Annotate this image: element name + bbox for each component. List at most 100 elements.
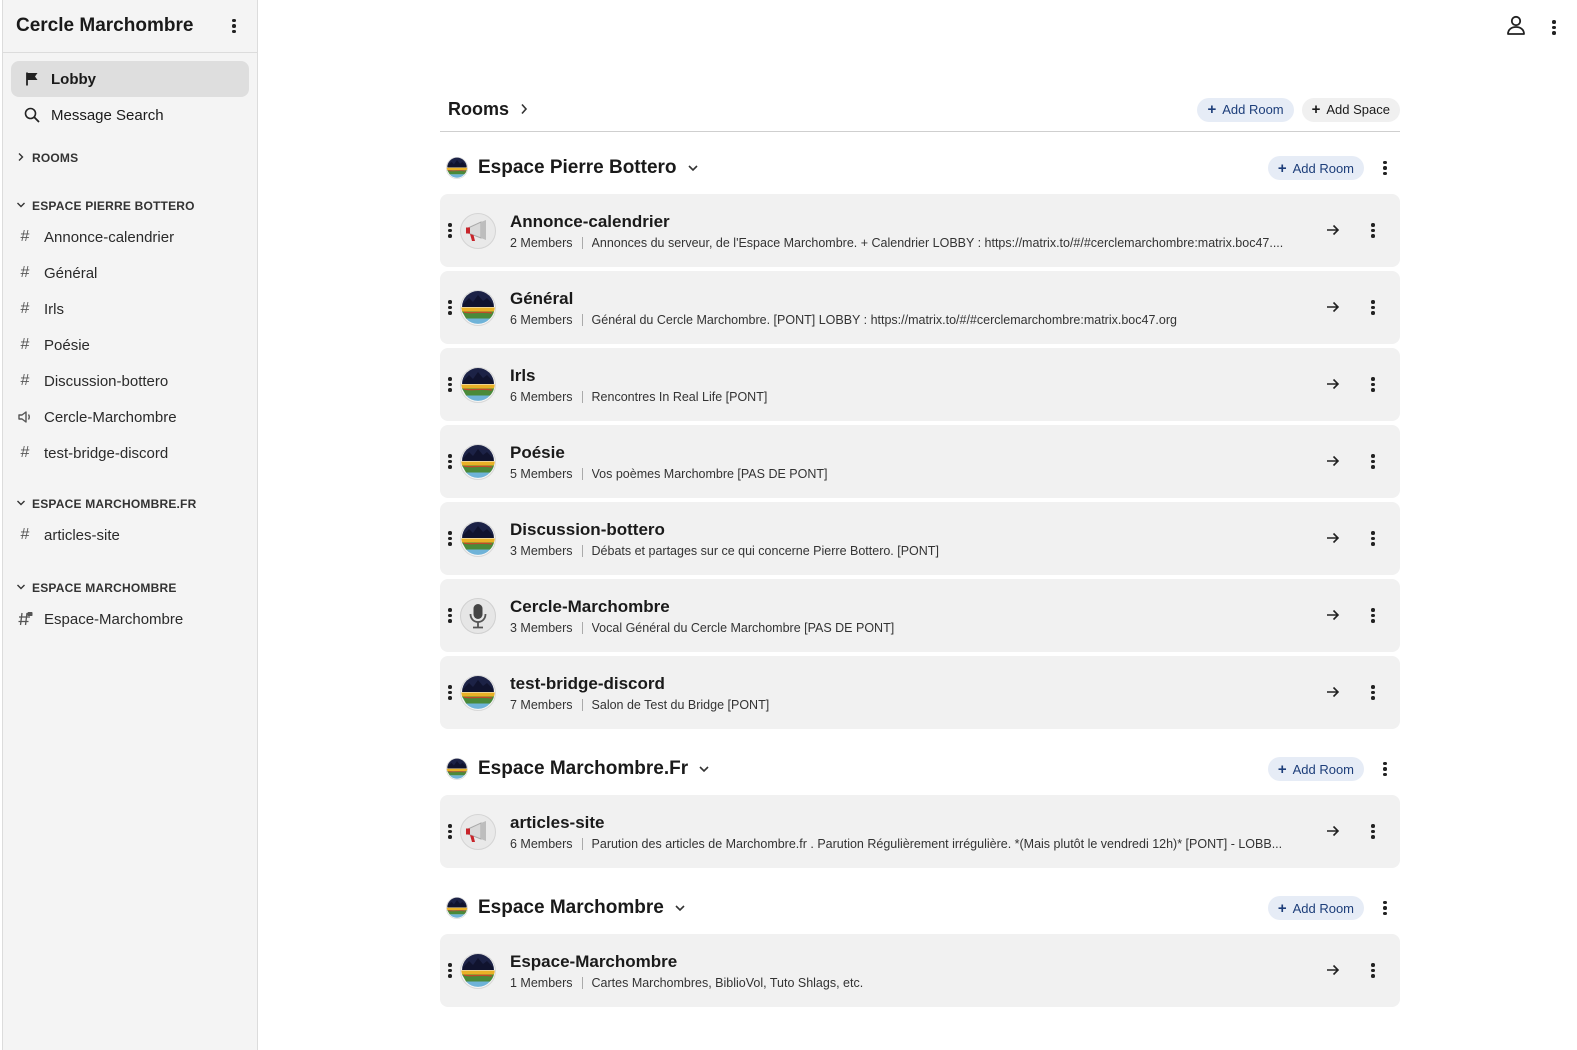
open-room-arrow-icon[interactable]	[1322, 682, 1344, 703]
section-label: ESPACE MARCHOMBRE.FR	[32, 497, 197, 511]
open-room-arrow-icon[interactable]	[1322, 374, 1344, 395]
member-count: 7 Members	[510, 697, 573, 712]
chevron-down-icon	[16, 498, 28, 511]
user-icon[interactable]	[1505, 14, 1527, 41]
rooms-breadcrumb[interactable]: Rooms	[448, 99, 529, 120]
space-add-room-button[interactable]: + Add Room	[1267, 156, 1364, 180]
room-more-options-icon[interactable]	[1364, 682, 1382, 704]
open-room-arrow-icon[interactable]	[1322, 528, 1344, 549]
room-more-options-icon[interactable]	[1364, 960, 1382, 982]
open-room-arrow-icon[interactable]	[1322, 960, 1344, 981]
sidebar-section-rooms[interactable]: ROOMS	[3, 145, 257, 171]
room-topic: Vos poèmes Marchombre [PAS DE PONT]	[591, 466, 828, 481]
chevron-down-icon	[687, 161, 699, 176]
member-count: 2 Members	[510, 235, 573, 250]
space-add-room-button[interactable]: + Add Room	[1267, 896, 1364, 920]
room-more-options-icon[interactable]	[1364, 220, 1382, 242]
topbar-actions	[1505, 0, 1577, 55]
sidebar-section-espace-marchombre[interactable]: ESPACE MARCHOMBRE	[3, 575, 257, 601]
room-label: Général	[44, 264, 98, 282]
sidebar-item-cercle-marchombre[interactable]: Cercle-Marchombre	[3, 399, 257, 435]
divider	[581, 313, 583, 326]
space-add-room-button[interactable]: + Add Room	[1267, 757, 1364, 781]
main-content: Rooms + Add Room + Add Space Espace Pierre…	[440, 88, 1400, 1007]
sidebar-item-message-search[interactable]: Message Search	[11, 97, 249, 133]
drag-handle-icon[interactable]	[442, 605, 458, 627]
room-card[interactable]: Discussion-bottero 3 Members Débats et p…	[440, 502, 1400, 575]
room-card[interactable]: articles-site 6 Members Parution des art…	[440, 795, 1400, 868]
space-name: Espace Marchombre.Fr	[478, 758, 689, 779]
drag-handle-icon[interactable]	[442, 821, 458, 843]
room-card[interactable]: Poésie 5 Members Vos poèmes Marchombre […	[440, 425, 1400, 498]
room-avatar	[460, 520, 496, 557]
sidebar-item-espace-marchombre[interactable]: Espace-Marchombre	[3, 601, 257, 637]
add-room-button[interactable]: + Add Room	[1197, 97, 1294, 122]
room-topic: Parution des articles de Marchombre.fr .…	[591, 836, 1283, 851]
room-card[interactable]: Irls 6 Members Rencontres In Real Life […	[440, 348, 1400, 421]
space-more-options-icon[interactable]	[1376, 897, 1394, 919]
search-icon	[23, 106, 41, 124]
hash-icon: #	[20, 336, 30, 353]
sidebar-item-lobby[interactable]: Lobby	[11, 61, 249, 97]
sidebar-section-espace-marchombre-fr[interactable]: ESPACE MARCHOMBRE.FR	[3, 491, 257, 517]
sidebar-item-irls[interactable]: # Irls	[3, 291, 257, 327]
room-card[interactable]: Cercle-Marchombre 3 Members Vocal Généra…	[440, 579, 1400, 652]
drag-handle-icon[interactable]	[442, 374, 458, 396]
room-card[interactable]: Espace-Marchombre 1 Members Cartes March…	[440, 934, 1400, 1007]
sidebar-item-label: Message Search	[51, 106, 164, 124]
room-name: Cercle-Marchombre	[510, 596, 670, 616]
open-room-arrow-icon[interactable]	[1322, 605, 1344, 626]
room-label: Poésie	[44, 336, 90, 354]
room-card[interactable]: Général 6 Members Général du Cercle Marc…	[440, 271, 1400, 344]
section-label: ESPACE MARCHOMBRE	[32, 581, 177, 595]
drag-handle-icon[interactable]	[442, 528, 458, 550]
room-more-options-icon[interactable]	[1364, 821, 1382, 843]
space-title-toggle[interactable]: Espace Marchombre	[446, 897, 686, 919]
hash-icon: #	[20, 228, 30, 245]
drag-handle-icon[interactable]	[442, 682, 458, 704]
drag-handle-icon[interactable]	[442, 451, 458, 473]
room-card[interactable]: Annonce-calendrier 2 Members Annonces du…	[440, 194, 1400, 267]
space-name: Espace Marchombre	[478, 897, 664, 918]
room-name: Annonce-calendrier	[510, 211, 670, 231]
member-count: 6 Members	[510, 836, 573, 851]
sidebar-item-test-bridge-discord[interactable]: # test-bridge-discord	[3, 435, 257, 471]
sidebar-item-articles-site[interactable]: # articles-site	[3, 517, 257, 553]
open-room-arrow-icon[interactable]	[1322, 297, 1344, 318]
room-label: Irls	[44, 300, 64, 318]
room-more-options-icon[interactable]	[1364, 605, 1382, 627]
open-room-arrow-icon[interactable]	[1322, 220, 1344, 241]
sidebar-item-annonce-calendrier[interactable]: # Annonce-calendrier	[3, 219, 257, 255]
space-block-2: Espace Marchombre + Add Room Espace-March…	[440, 886, 1400, 1007]
drag-handle-icon[interactable]	[442, 960, 458, 982]
room-avatar	[460, 597, 496, 634]
room-more-options-icon[interactable]	[1364, 528, 1382, 550]
room-more-options-icon[interactable]	[1364, 297, 1382, 319]
room-avatar	[460, 366, 496, 403]
space-title-toggle[interactable]: Espace Marchombre.Fr	[446, 758, 710, 780]
space-title-toggle[interactable]: Espace Pierre Bottero	[446, 157, 699, 179]
sidebar-section-espace-pierre-bottero[interactable]: ESPACE PIERRE BOTTERO	[3, 193, 257, 219]
add-space-button[interactable]: + Add Space	[1301, 97, 1400, 122]
drag-handle-icon[interactable]	[442, 220, 458, 242]
sidebar-item-poesie[interactable]: # Poésie	[3, 327, 257, 363]
room-more-options-icon[interactable]	[1364, 374, 1382, 396]
space-avatar	[446, 897, 468, 919]
open-room-arrow-icon[interactable]	[1322, 451, 1344, 472]
divider	[581, 390, 583, 403]
drag-handle-icon[interactable]	[442, 297, 458, 319]
room-card[interactable]: test-bridge-discord 7 Members Salon de T…	[440, 656, 1400, 729]
sidebar-item-general[interactable]: # Général	[3, 255, 257, 291]
sidebar-item-discussion-bottero[interactable]: # Discussion-bottero	[3, 363, 257, 399]
room-name: articles-site	[510, 812, 605, 832]
divider	[581, 698, 583, 711]
room-topic: Général du Cercle Marchombre. [PONT] LOB…	[591, 312, 1177, 327]
space-more-options-icon[interactable]	[1376, 157, 1394, 179]
divider	[581, 236, 583, 249]
room-more-options-icon[interactable]	[1364, 451, 1382, 473]
open-room-arrow-icon[interactable]	[1322, 821, 1344, 842]
space-more-options-icon[interactable]	[1376, 758, 1394, 780]
divider	[581, 837, 583, 850]
sidebar-more-options-icon[interactable]	[225, 15, 243, 37]
more-options-icon[interactable]	[1545, 17, 1563, 39]
